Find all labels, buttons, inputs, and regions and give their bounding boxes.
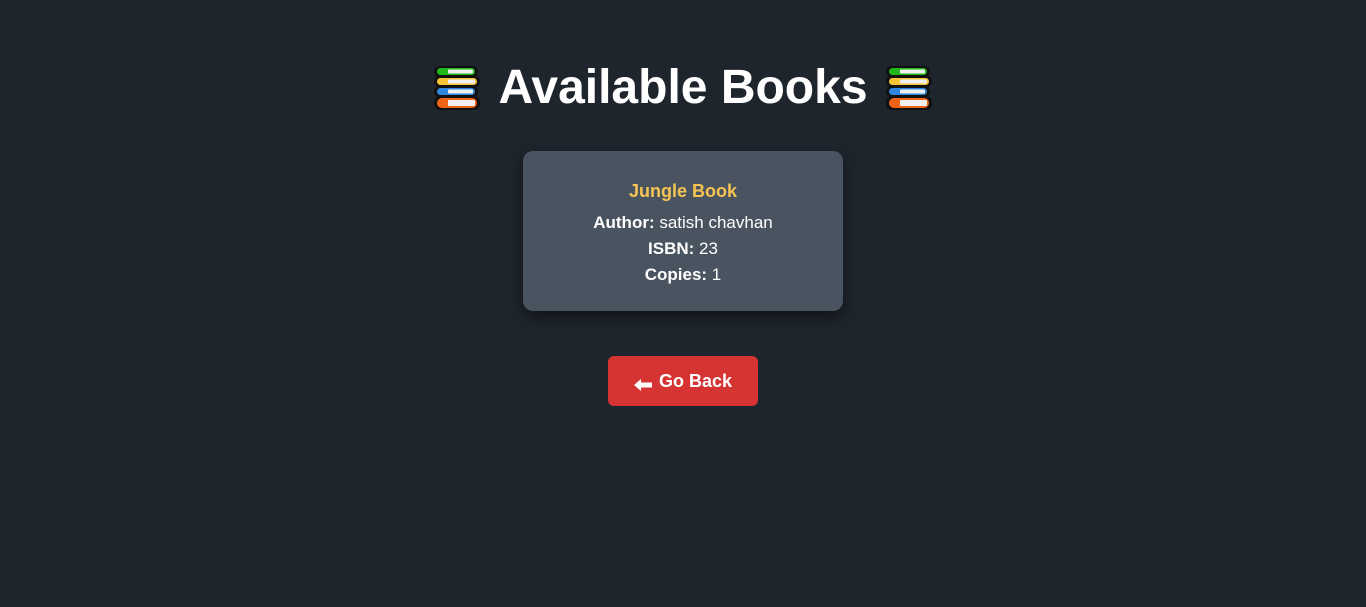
go-back-label: Go Back <box>658 370 733 391</box>
isbn-value: 23 <box>699 239 718 258</box>
author-value: satish chavhan <box>659 213 773 232</box>
left-arrow-icon <box>633 375 652 391</box>
book-card: Jungle Book Author: satish chavhan ISBN:… <box>523 151 843 311</box>
book-author: Author: satish chavhan <box>523 210 843 236</box>
header: Available Books <box>0 60 1366 116</box>
books-stack-icon <box>884 63 934 113</box>
book-copies: Copies: 1 <box>523 262 843 288</box>
isbn-label: ISBN: <box>648 239 695 258</box>
book-isbn: ISBN: 23 <box>523 236 843 262</box>
book-title: Jungle Book <box>628 181 737 201</box>
copies-label: Copies: <box>644 265 708 284</box>
page: Available Books Jungle Book Author: sati <box>0 0 1366 607</box>
go-back-button[interactable]: Go Back <box>608 356 758 406</box>
page-title: Available Books <box>498 61 868 114</box>
copies-value: 1 <box>711 265 722 284</box>
books-stack-icon <box>432 63 482 113</box>
author-label: Author: <box>593 213 655 232</box>
